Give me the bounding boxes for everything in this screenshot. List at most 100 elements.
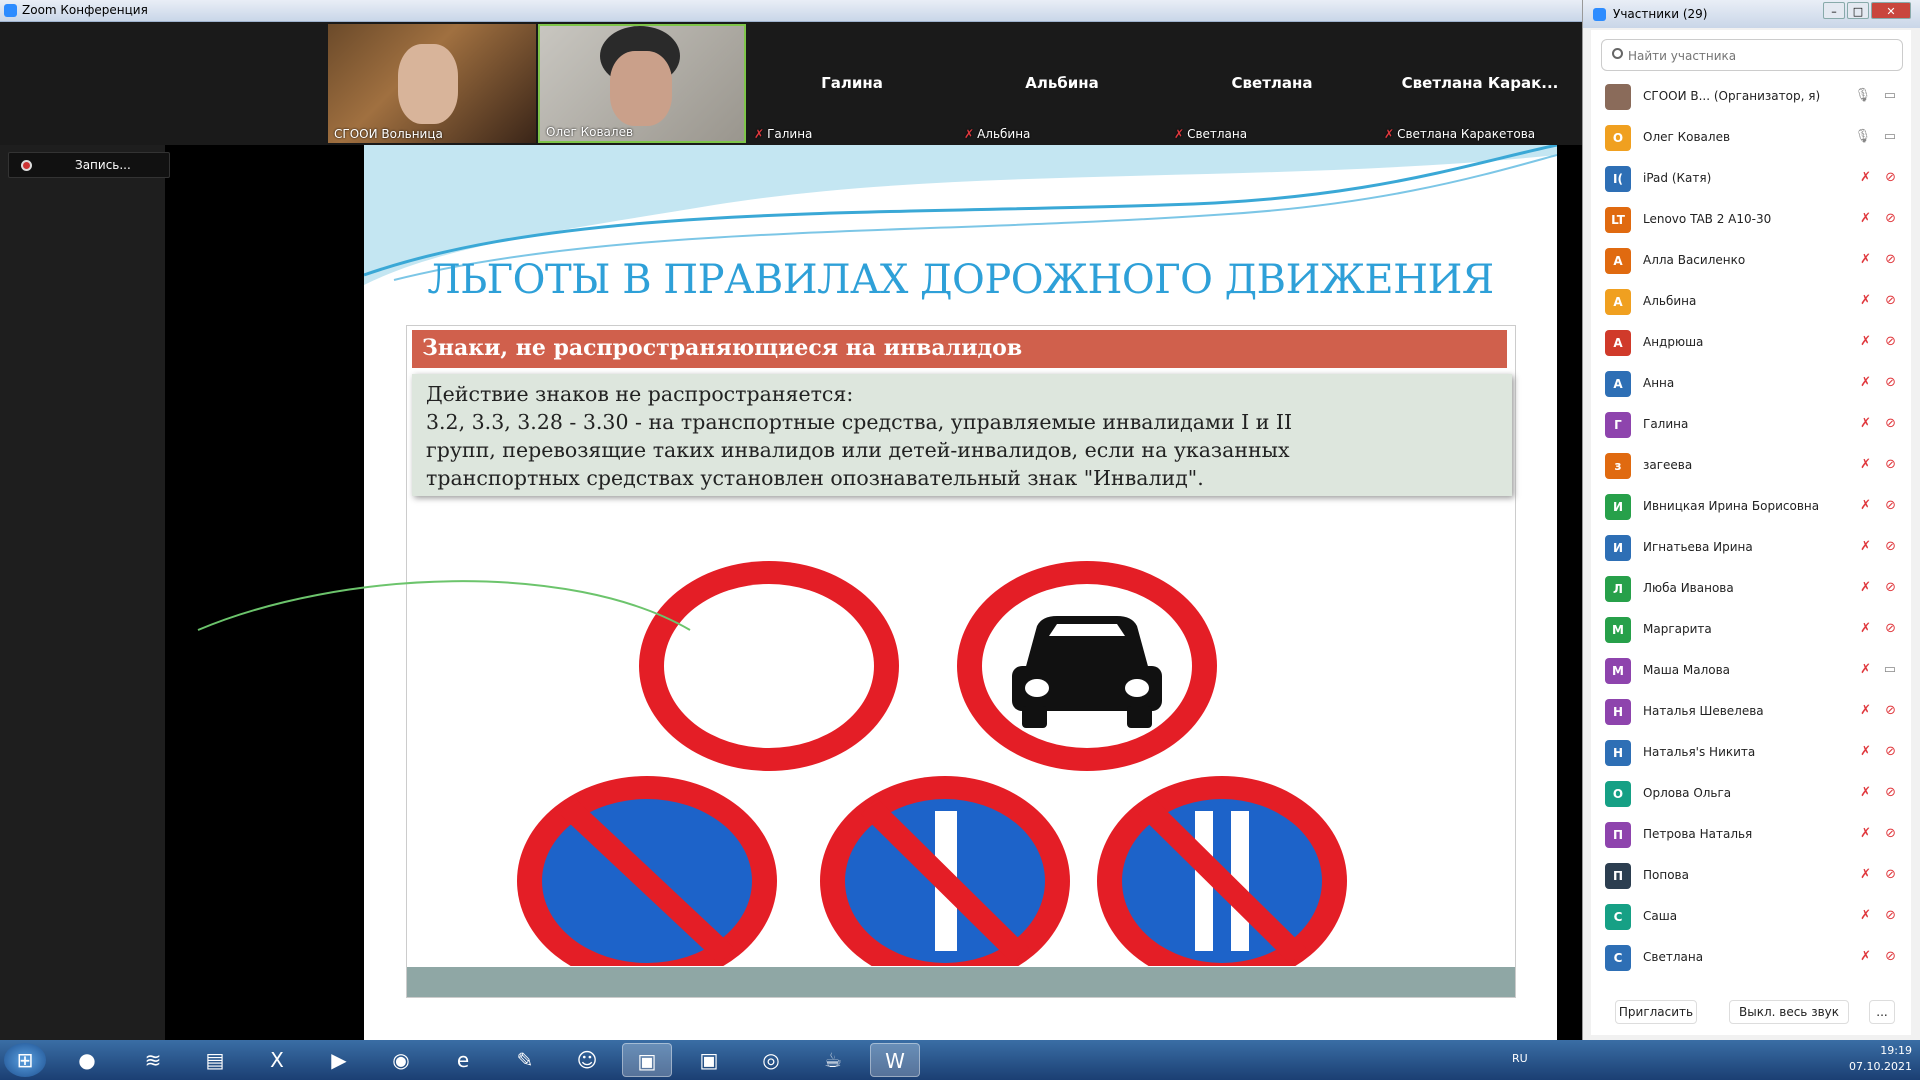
chrome-icon[interactable]: ◉ (376, 1043, 426, 1077)
camera-off-icon[interactable]: ⊘ (1885, 498, 1896, 513)
video-tile-2[interactable]: Олег Ковалев (538, 24, 746, 143)
microphone-muted-icon[interactable]: ✗ (1860, 170, 1871, 185)
participant-row[interactable]: Н Наталья's Никита ✗ ⊘ (1591, 732, 1911, 773)
zoom-taskbar-icon[interactable]: ▣ (622, 1043, 672, 1077)
coffee-app-icon[interactable]: ☕ (808, 1043, 858, 1077)
word-icon[interactable]: W (870, 1043, 920, 1077)
microphone-muted-icon[interactable]: ✗ (1860, 211, 1871, 226)
smiley-app-icon[interactable]: ☺ (562, 1043, 612, 1077)
participant-row[interactable]: П Петрова Наталья ✗ ⊘ (1591, 814, 1911, 855)
network-app-icon[interactable]: ≋ (128, 1043, 178, 1077)
microphone-muted-icon[interactable]: ✗ (1860, 580, 1871, 595)
microphone-icon[interactable]: 🎙 (1854, 88, 1871, 103)
video-tile-6[interactable]: Светлана Карак... ✗ Светлана Каракетова (1378, 24, 1582, 143)
assistant-icon[interactable]: ● (62, 1043, 112, 1077)
zoom-icon (1593, 8, 1606, 21)
camera-off-icon[interactable]: ⊘ (1885, 252, 1896, 267)
microphone-muted-icon[interactable]: ✗ (1860, 744, 1871, 759)
camera-off-icon[interactable]: ⊘ (1885, 826, 1896, 841)
microphone-muted-icon[interactable]: ✗ (1860, 826, 1871, 841)
camera-off-icon[interactable]: ⊘ (1885, 703, 1896, 718)
participant-row[interactable]: Г Галина ✗ ⊘ (1591, 404, 1911, 445)
camera-off-icon[interactable]: ⊘ (1885, 170, 1896, 185)
participant-row[interactable]: М Маргарита ✗ ⊘ (1591, 609, 1911, 650)
camera-off-icon[interactable]: ⊘ (1885, 621, 1896, 636)
camera-icon[interactable]: ▭ (1884, 662, 1896, 677)
microphone-muted-icon[interactable]: ✗ (1860, 252, 1871, 267)
participant-row[interactable]: И Ивницкая Ирина Борисовна ✗ ⊘ (1591, 486, 1911, 527)
participant-row[interactable]: А Альбина ✗ ⊘ (1591, 281, 1911, 322)
camera-off-icon[interactable]: ⊘ (1885, 539, 1896, 554)
participant-row[interactable]: П Попова ✗ ⊘ (1591, 855, 1911, 896)
video-tile-3[interactable]: Галина ✗ Галина (748, 24, 956, 143)
close-button[interactable]: ✕ (1871, 2, 1911, 19)
microphone-muted-icon[interactable]: ✗ (1860, 785, 1871, 800)
avatar: П (1605, 822, 1631, 848)
participant-row[interactable]: I(iPad (Катя) ✗ ⊘ (1591, 158, 1911, 199)
participant-row[interactable]: И Игнатьева Ирина ✗ ⊘ (1591, 527, 1911, 568)
camera-off-icon[interactable]: ⊘ (1885, 334, 1896, 349)
microphone-muted-icon[interactable]: ✗ (1860, 457, 1871, 472)
camera-icon[interactable]: ▭ (1884, 129, 1896, 144)
participant-row[interactable]: С Саша ✗ ⊘ (1591, 896, 1911, 937)
media-player-icon[interactable]: ▶ (314, 1043, 364, 1077)
microphone-muted-icon[interactable]: ✗ (1860, 293, 1871, 308)
internet-explorer-icon[interactable]: e (438, 1043, 488, 1077)
participant-row[interactable]: з загеева ✗ ⊘ (1591, 445, 1911, 486)
system-clock[interactable]: 19:19 07.10.2021 (1849, 1043, 1912, 1075)
language-indicator[interactable]: RU (1512, 1052, 1528, 1065)
microphone-icon[interactable]: 🎙 (1854, 129, 1871, 144)
camera-icon[interactable]: ▭ (1884, 88, 1896, 103)
camera-off-icon[interactable]: ⊘ (1885, 375, 1896, 390)
more-button[interactable]: ... (1869, 1000, 1895, 1024)
microphone-muted-icon[interactable]: ✗ (1860, 334, 1871, 349)
microphone-muted-icon[interactable]: ✗ (1860, 498, 1871, 513)
camera-off-icon[interactable]: ⊘ (1885, 580, 1896, 595)
participant-row[interactable]: О Орлова Ольга ✗ ⊘ (1591, 773, 1911, 814)
participant-row[interactable]: Н Наталья Шевелева ✗ ⊘ (1591, 691, 1911, 732)
microphone-muted-icon[interactable]: ✗ (1860, 867, 1871, 882)
camera-off-icon[interactable]: ⊘ (1885, 416, 1896, 431)
camera-off-icon[interactable]: ⊘ (1885, 211, 1896, 226)
mute-all-button[interactable]: Выкл. весь звук (1729, 1000, 1849, 1024)
participant-row[interactable]: С Светлана ✗ ⊘ (1591, 937, 1911, 978)
microphone-muted-icon[interactable]: ✗ (1860, 662, 1871, 677)
video-tile-4[interactable]: Альбина ✗ Альбина (958, 24, 1166, 143)
minimize-button[interactable]: – (1823, 2, 1845, 19)
camera-off-icon[interactable]: ⊘ (1885, 293, 1896, 308)
microphone-muted-icon[interactable]: ✗ (1860, 908, 1871, 923)
microphone-muted-icon[interactable]: ✗ (1860, 949, 1871, 964)
participant-row[interactable]: LT Lenovo TAB 2 A10-30 ✗ ⊘ (1591, 199, 1911, 240)
camera-off-icon[interactable]: ⊘ (1885, 908, 1896, 923)
camera-off-icon[interactable]: ⊘ (1885, 949, 1896, 964)
microphone-muted-icon[interactable]: ✗ (1860, 539, 1871, 554)
microphone-muted-icon[interactable]: ✗ (1860, 621, 1871, 636)
microphone-muted-icon[interactable]: ✗ (1860, 375, 1871, 390)
folder-icon[interactable]: ▤ (190, 1043, 240, 1077)
participant-row[interactable]: СГООИ В... (Организатор, я) 🎙 ▭ (1591, 76, 1911, 117)
participant-row[interactable]: А Андрюша ✗ ⊘ (1591, 322, 1911, 363)
maximize-button[interactable]: □ (1847, 2, 1869, 19)
participant-row[interactable]: А Анна ✗ ⊘ (1591, 363, 1911, 404)
microphone-muted-icon[interactable]: ✗ (1860, 416, 1871, 431)
participant-search[interactable] (1601, 39, 1903, 71)
participant-row[interactable]: М Маша Малова ✗ ▭ (1591, 650, 1911, 691)
firefox-icon[interactable]: ◎ (746, 1043, 796, 1077)
start-button[interactable]: ⊞ (4, 1043, 46, 1077)
microphone-muted-icon[interactable]: ✗ (1860, 703, 1871, 718)
zoom-meeting-taskbar-icon[interactable]: ▣ (684, 1043, 734, 1077)
participant-row[interactable]: О Олег Ковалев 🎙 ▭ (1591, 117, 1911, 158)
video-tile-1[interactable]: СГООИ Вольница (328, 24, 536, 143)
camera-off-icon[interactable]: ⊘ (1885, 744, 1896, 759)
camera-off-icon[interactable]: ⊘ (1885, 867, 1896, 882)
camera-off-icon[interactable]: ⊘ (1885, 457, 1896, 472)
invite-button[interactable]: Пригласить (1615, 1000, 1697, 1024)
search-input[interactable] (1628, 46, 1888, 66)
recording-indicator[interactable]: Запись... (8, 152, 170, 178)
camera-off-icon[interactable]: ⊘ (1885, 785, 1896, 800)
excel-icon[interactable]: X (252, 1043, 302, 1077)
participant-row[interactable]: Л Люба Иванова ✗ ⊘ (1591, 568, 1911, 609)
video-tile-5[interactable]: Светлана ✗ Светлана (1168, 24, 1376, 143)
participant-row[interactable]: А Алла Василенко ✗ ⊘ (1591, 240, 1911, 281)
paint-icon[interactable]: ✎ (500, 1043, 550, 1077)
